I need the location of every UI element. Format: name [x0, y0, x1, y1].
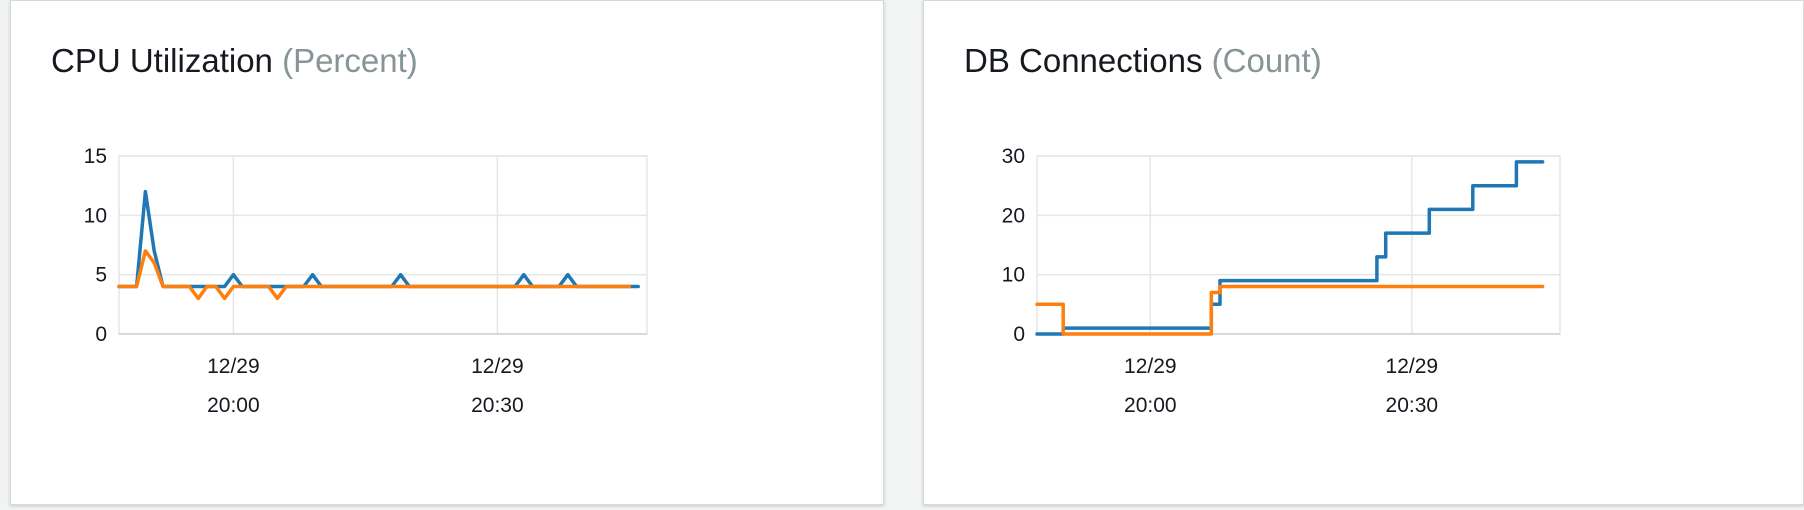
x-tick-date: 12/29 [471, 355, 524, 378]
x-tick-date: 12/29 [1124, 355, 1177, 378]
plot-area [118, 155, 648, 335]
x-tick-time: 20:30 [471, 394, 524, 417]
db-connections-panel: DB Connections (Count) 0 10 20 30 12/29 20:00… [923, 0, 1804, 505]
cpu-utilization-panel: CPU Utilization (Percent) 0 5 10 15 12/29 20:… [10, 0, 884, 505]
y-tick-label: 5 [95, 264, 107, 287]
x-tick-time: 20:00 [1124, 394, 1177, 417]
y-tick-label: 0 [95, 323, 107, 346]
y-tick-label: 10 [1002, 264, 1025, 287]
plot-area [1036, 155, 1561, 335]
x-tick-time: 20:30 [1386, 394, 1439, 417]
y-tick-label: 30 [1002, 145, 1025, 168]
y-tick-label: 15 [84, 145, 107, 168]
x-tick-date: 12/29 [207, 355, 260, 378]
x-tick-date: 12/29 [1386, 355, 1439, 378]
cpu-utilization-chart: 0 5 10 15 12/29 20:00 12/29 20:30 [84, 145, 648, 417]
y-tick-label: 10 [84, 204, 107, 227]
y-tick-label: 0 [1013, 323, 1025, 346]
x-tick-time: 20:00 [207, 394, 260, 417]
y-tick-label: 20 [1002, 204, 1025, 227]
series-line-1 [1035, 160, 1545, 336]
db-connections-chart: 0 10 20 30 12/29 20:00 12/29 20:30 [1002, 145, 1561, 417]
series-line-1 [117, 189, 640, 289]
